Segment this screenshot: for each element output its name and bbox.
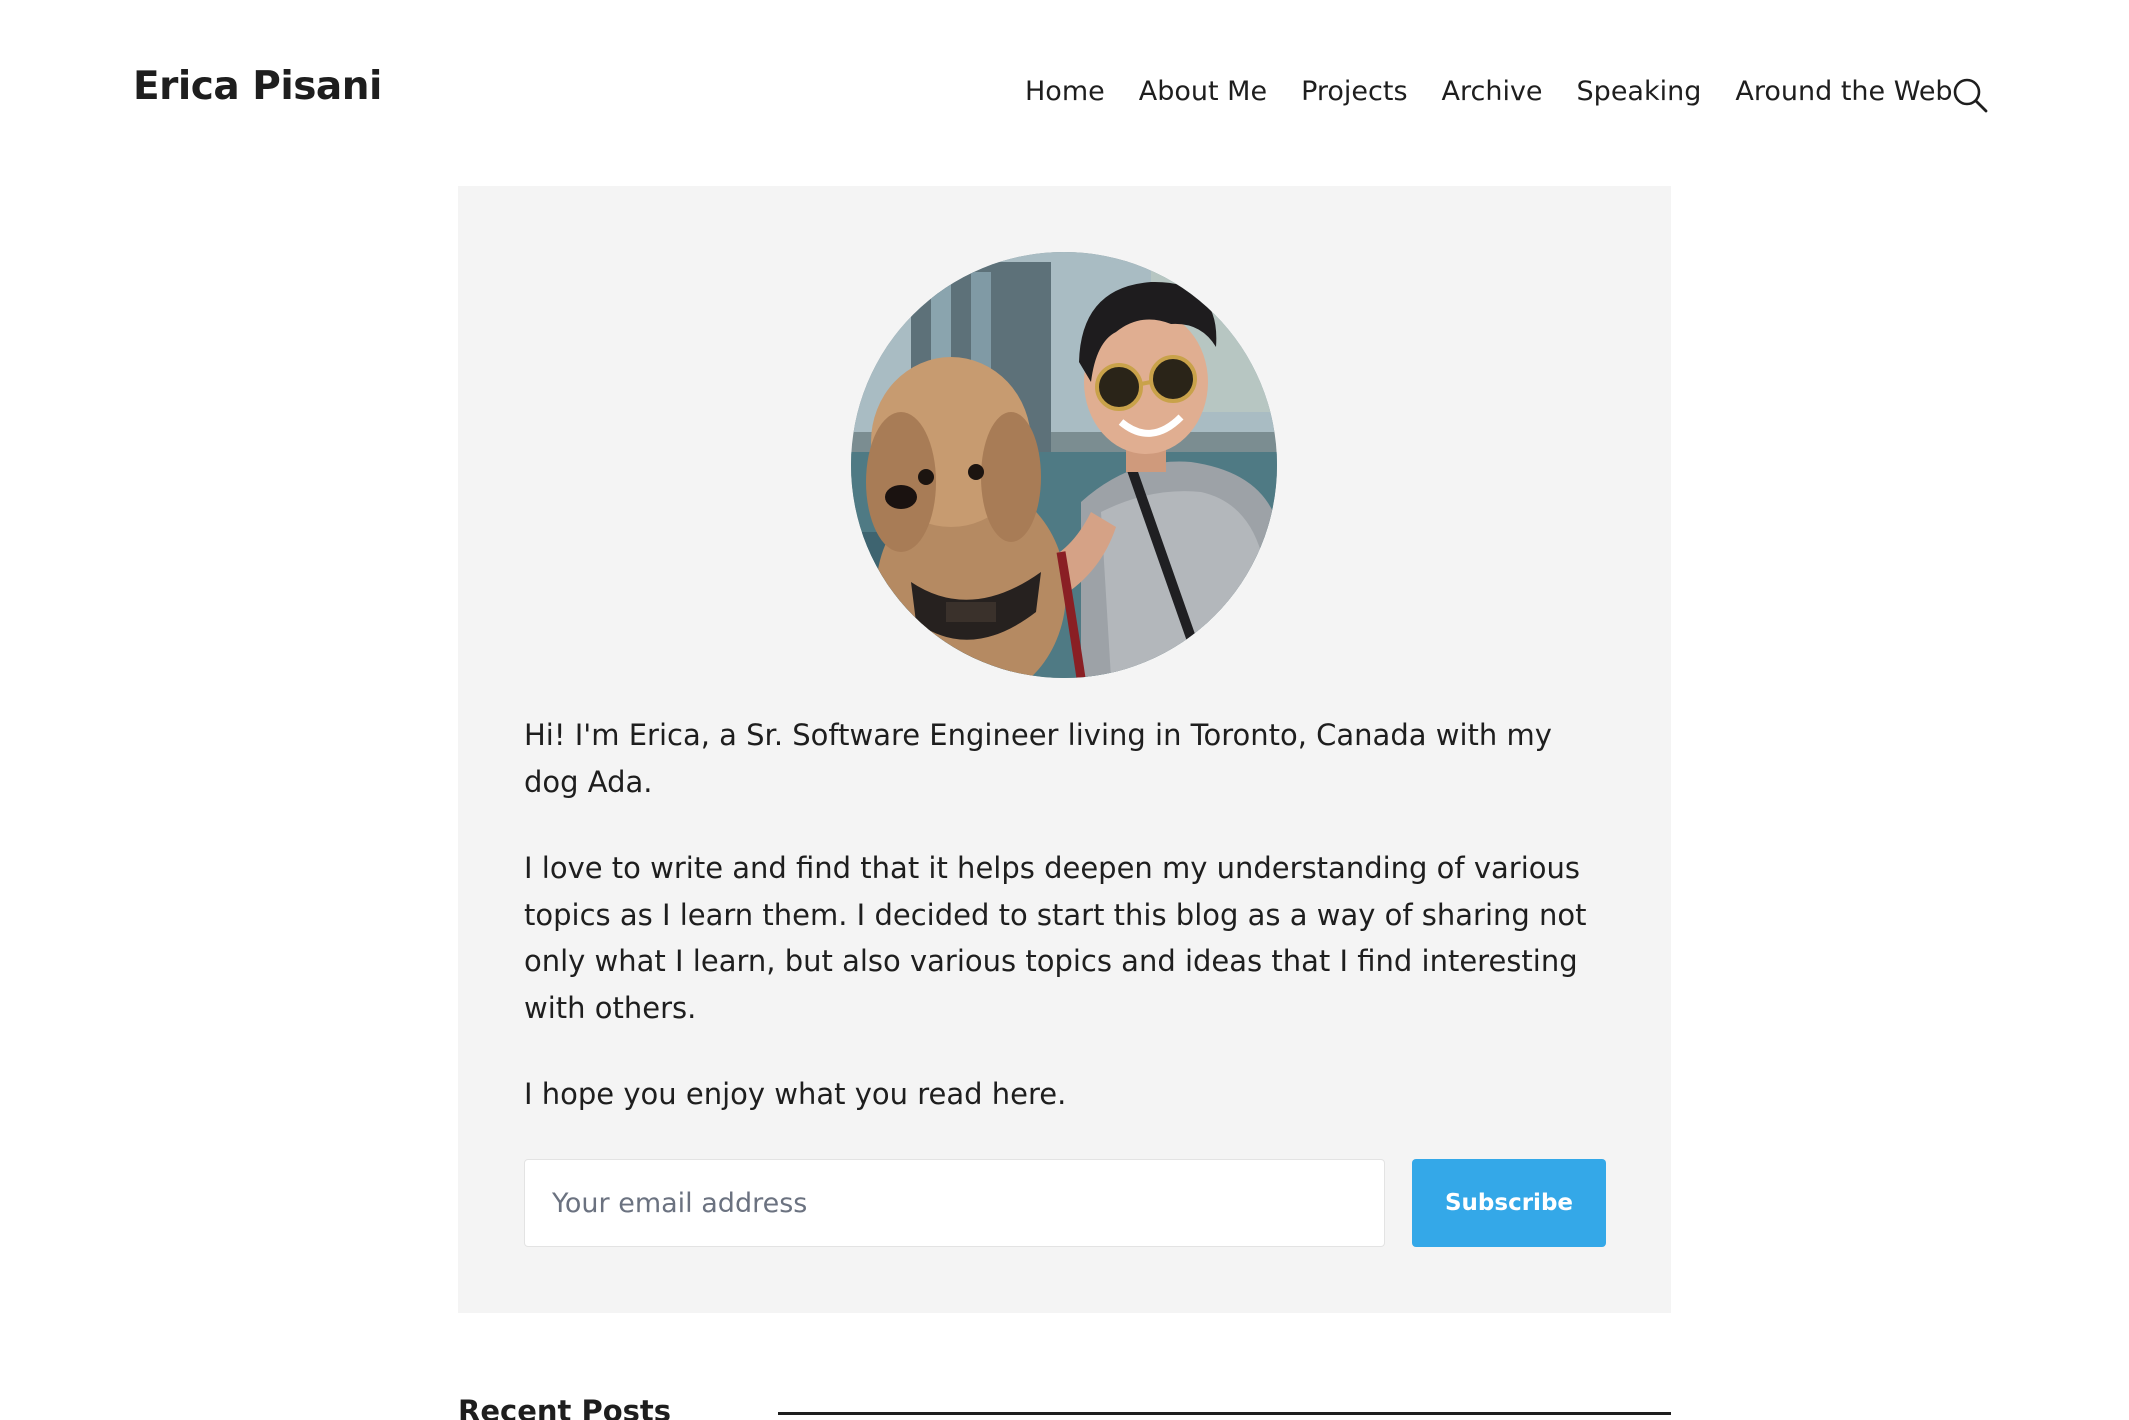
bio-paragraph: I love to write and find that it helps d… <box>524 851 1587 1025</box>
email-field[interactable] <box>524 1159 1385 1247</box>
nav-around-the-web[interactable]: Around the Web <box>1735 76 1952 107</box>
page: Erica Pisani Home About Me Projects Arch… <box>0 0 2129 1420</box>
intro-card: Hi! I'm Erica, a Sr. Software Engineer l… <box>458 186 1671 1313</box>
bio-paragraph: I hope you enjoy what you read here. <box>524 1077 1067 1111</box>
site-header: Erica Pisani Home About Me Projects Arch… <box>0 0 2129 186</box>
site-title[interactable]: Erica Pisani <box>133 64 382 109</box>
profile-photo-illustration <box>851 252 1277 678</box>
nav-home[interactable]: Home <box>1025 76 1105 107</box>
nav-archive[interactable]: Archive <box>1442 76 1543 107</box>
main-nav: Home About Me Projects Archive Speaking … <box>1025 76 1953 107</box>
recent-posts-heading: Recent Posts <box>458 1394 672 1420</box>
nav-speaking[interactable]: Speaking <box>1577 76 1702 107</box>
search-button[interactable] <box>1950 75 1990 115</box>
search-icon <box>1953 78 1988 113</box>
section-divider <box>778 1412 1671 1415</box>
subscribe-button[interactable]: Subscribe <box>1412 1159 1606 1247</box>
subscribe-form: Subscribe <box>524 1159 1606 1247</box>
bio-paragraph: Hi! I'm Erica, a Sr. Software Engineer l… <box>524 718 1552 799</box>
bio-text: Hi! I'm Erica, a Sr. Software Engineer l… <box>524 712 1614 1158</box>
nav-about-me[interactable]: About Me <box>1139 76 1267 107</box>
profile-photo <box>851 252 1277 678</box>
nav-projects[interactable]: Projects <box>1301 76 1407 107</box>
